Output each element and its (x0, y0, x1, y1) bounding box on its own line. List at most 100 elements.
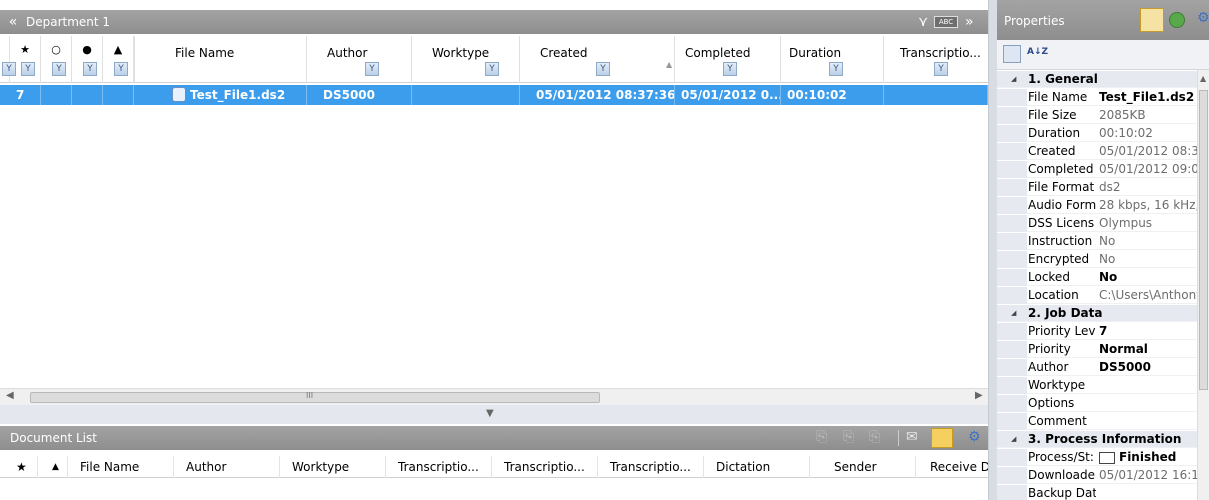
refresh-icon[interactable] (1169, 12, 1185, 28)
department-title: Department 1 (26, 15, 111, 29)
property-row[interactable]: Created 05/01/2012 08:37 (997, 143, 1197, 160)
doc-column-transcription[interactable]: Transcriptio... (492, 456, 598, 478)
abc-icon[interactable]: ABC (934, 16, 958, 28)
property-value: C:\Users\Anthony (1099, 288, 1197, 302)
folder-icon[interactable] (931, 428, 953, 448)
filter-toggle-icon[interactable]: ⋎ (918, 14, 928, 30)
property-row[interactable]: File Name Test_File1.ds2 (997, 89, 1197, 106)
settings-icon[interactable]: ⚙ (1197, 10, 1209, 26)
filter-icon[interactable]: Y (596, 62, 610, 76)
property-value: 2085KB (1099, 108, 1146, 122)
property-row[interactable]: Author DS5000 (997, 359, 1197, 376)
doc-column-receive-date[interactable]: Receive Da (916, 456, 997, 478)
scroll-thumb[interactable] (1199, 90, 1208, 390)
column-worktype[interactable]: Worktype Y (412, 36, 520, 83)
doc-column-author[interactable]: Author (174, 456, 280, 478)
property-row[interactable]: Priority Leve 7 (997, 323, 1197, 340)
property-category[interactable]: ◢ 2. Job Data (997, 305, 1197, 322)
property-row[interactable]: Comment (997, 413, 1197, 430)
column-instruction[interactable]: ● Y (72, 36, 103, 83)
alphabetical-sort-icon[interactable]: A↓Z (1027, 47, 1048, 57)
column-created[interactable]: Created Y ▲ (520, 36, 675, 83)
column-file-name[interactable]: File Name (134, 36, 307, 83)
filter-icon[interactable]: Y (114, 62, 128, 76)
property-gutter (997, 287, 1027, 304)
scroll-thumb[interactable]: III (30, 391, 600, 403)
scroll-left-icon[interactable]: ◀ (6, 390, 14, 401)
properties-view-icon[interactable] (1140, 8, 1164, 32)
collapse-triangle-icon[interactable]: ◢ (1011, 71, 1016, 88)
property-gutter (997, 485, 1027, 500)
splitter-arrow-icon[interactable]: ▼ (486, 408, 494, 419)
property-row[interactable]: Completed 05/01/2012 09:09 (997, 161, 1197, 178)
expand-right-icon[interactable]: » (965, 14, 974, 30)
property-category[interactable]: ◢ 1. General (997, 71, 1197, 88)
filter-icon[interactable]: Y (934, 62, 948, 76)
property-row[interactable]: Options (997, 395, 1197, 412)
mail-icon[interactable]: ✉ (906, 429, 924, 447)
property-row[interactable]: File Size 2085KB (997, 107, 1197, 124)
department-pane-header: « Department 1 ⋎ ABC » (0, 10, 988, 34)
horizontal-scrollbar[interactable]: ◀ III ▶ (0, 388, 988, 405)
filter-icon[interactable]: Y (485, 62, 499, 76)
settings-icon[interactable]: ⚙ (968, 429, 986, 447)
doc-column-file-name[interactable]: File Name (68, 456, 174, 478)
column-comment[interactable]: ○ Y (41, 36, 72, 83)
property-category[interactable]: ◢ 3. Process Information (997, 431, 1197, 448)
property-gutter (997, 341, 1027, 358)
property-row[interactable]: Downloade 05/01/2012 16:14 (997, 467, 1197, 484)
property-row[interactable]: Locked No (997, 269, 1197, 286)
completed-cell: 05/01/2012 0... (675, 85, 781, 105)
column-duration[interactable]: Duration Y (781, 36, 884, 83)
column-transcription[interactable]: Transcriptio... Y (884, 36, 988, 83)
property-gutter (997, 395, 1027, 412)
property-row[interactable]: Backup Dat (997, 485, 1197, 500)
property-row[interactable]: Instruction (No (997, 233, 1197, 250)
doc-column-lock[interactable]: ▲ (38, 456, 68, 478)
filter-icon[interactable]: Y (21, 62, 35, 76)
filter-icon[interactable]: Y (2, 62, 16, 76)
comment-outline-icon: ○ (51, 43, 61, 56)
scroll-right-icon[interactable]: ▶ (975, 390, 983, 401)
table-row[interactable]: 7 Test_File1.ds2 DS5000 05/01/2012 08:37… (0, 85, 988, 105)
vertical-splitter[interactable] (988, 0, 997, 500)
worktype-cell (412, 85, 520, 105)
property-row[interactable]: DSS Licens Olympus (997, 215, 1197, 232)
collapse-triangle-icon[interactable]: ◢ (1011, 305, 1016, 322)
property-row[interactable]: Encrypted No (997, 251, 1197, 268)
column-author[interactable]: Author Y (307, 36, 412, 83)
horizontal-splitter[interactable]: ▼ (0, 405, 988, 424)
doc-column-transcription[interactable]: Transcriptio... (386, 456, 492, 478)
scroll-up-icon[interactable]: ▲ (1200, 74, 1206, 83)
filter-icon[interactable]: Y (365, 62, 379, 76)
column-priority[interactable]: ★ Y Y (2, 36, 41, 83)
filter-icon[interactable]: Y (723, 62, 737, 76)
doc-column-sender[interactable]: Sender (810, 456, 916, 478)
document-list-header: Document List ⎘ ⎘ ⎘ ✉ ⚙ (0, 426, 988, 450)
property-row[interactable]: Location C:\Users\Anthony (997, 287, 1197, 304)
star-icon: ★ (20, 43, 30, 56)
property-name: Backup Dat (1028, 486, 1096, 500)
property-name: File Name (1028, 90, 1088, 104)
column-locked[interactable]: ▲ Y (103, 36, 134, 83)
filter-icon[interactable]: Y (52, 62, 66, 76)
filter-icon[interactable]: Y (829, 62, 843, 76)
property-gutter (997, 377, 1027, 394)
property-row[interactable]: Worktype (997, 377, 1197, 394)
filter-icon[interactable]: Y (83, 62, 97, 76)
property-row[interactable]: Priority Normal (997, 341, 1197, 358)
doc-column-star[interactable]: ★ (0, 456, 38, 478)
property-row[interactable]: Audio Form 28 kbps, 16 kHz, (997, 197, 1197, 214)
doc-column-dictation[interactable]: Dictation (704, 456, 810, 478)
property-name: Encrypted (1028, 252, 1090, 266)
doc-column-transcription[interactable]: Transcriptio... (598, 456, 704, 478)
doc-column-worktype[interactable]: Worktype (280, 456, 386, 478)
collapse-triangle-icon[interactable]: ◢ (1011, 431, 1016, 448)
property-row[interactable]: Duration 00:10:02 (997, 125, 1197, 142)
property-row[interactable]: File Format ds2 (997, 179, 1197, 196)
property-row[interactable]: Process/St: Finished (997, 449, 1197, 466)
collapse-left-icon[interactable]: « (0, 14, 26, 30)
properties-vertical-scrollbar[interactable]: ▲ (1197, 70, 1209, 500)
categorized-view-icon[interactable] (1003, 45, 1021, 63)
column-completed[interactable]: Completed Y (675, 36, 781, 83)
